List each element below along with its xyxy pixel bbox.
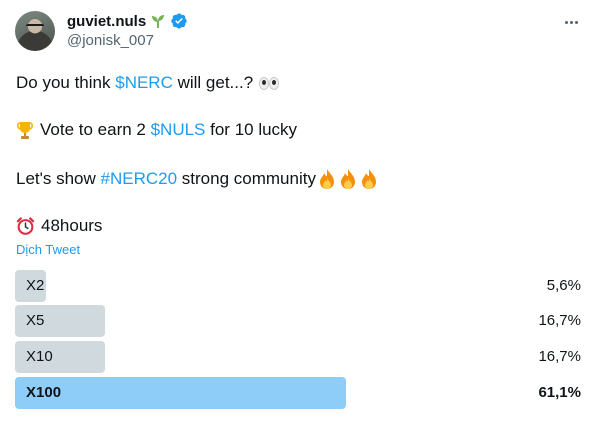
poll-option[interactable]: X2 5,6%	[15, 270, 585, 302]
poll-option-label: X2	[26, 277, 45, 294]
sprout-icon	[152, 15, 165, 28]
tweet-text: strong community	[177, 169, 316, 188]
poll-option[interactable]: X100 61,1%	[15, 377, 585, 409]
tweet-text: 48hours	[41, 216, 103, 235]
fire-icon	[319, 169, 334, 189]
poll-option-label: X10	[26, 348, 53, 365]
poll-option[interactable]: X5 16,7%	[15, 305, 585, 337]
author-name-row: guviet.nuls	[67, 11, 188, 31]
poll-option-percent: 16,7%	[538, 312, 581, 329]
tweet-line-3: Let's show #NERC20 strong community	[16, 168, 379, 190]
poll-option-label: X5	[26, 312, 45, 329]
tweet-text: will get...?	[172, 73, 254, 92]
tweet-line-1: Do you think $NERC will get...?	[16, 72, 280, 94]
tweet-line-4: 48hours	[16, 215, 102, 237]
author-handle[interactable]: @jonisk_007	[67, 32, 154, 49]
tweet-text: Do you think	[16, 73, 116, 92]
tweet: guviet.nuls @jonisk_007 Do you think $NE…	[0, 0, 605, 425]
tweet-line-2: Vote to earn 2 $NULS for 10 lucky	[16, 119, 297, 141]
alarm-clock-icon	[16, 217, 35, 235]
poll-option-bar	[15, 377, 346, 409]
more-icon[interactable]	[559, 12, 583, 32]
poll-option-percent: 5,6%	[546, 277, 581, 294]
fire-icon	[340, 169, 355, 189]
fire-icon	[361, 169, 376, 189]
avatar-glasses	[26, 24, 44, 29]
author-display-name[interactable]: guviet.nuls	[67, 13, 146, 30]
poll-option-label: X100	[26, 384, 62, 401]
poll-option-percent: 61,1%	[538, 384, 581, 401]
tweet-text: for 10 lucky	[205, 120, 298, 139]
poll-option[interactable]: X10 16,7%	[15, 341, 585, 373]
poll-option-percent: 16,7%	[538, 348, 581, 365]
cashtag-nuls[interactable]: $NULS	[151, 119, 206, 141]
cashtag-nerc[interactable]: $NERC	[115, 72, 173, 94]
tweet-text: Let's show	[16, 169, 101, 188]
translate-tweet-link[interactable]: Dịch Tweet	[16, 242, 80, 257]
eyes-icon	[258, 76, 280, 90]
verified-icon	[171, 13, 187, 29]
avatar[interactable]	[15, 11, 55, 51]
tweet-text: Vote to earn 2	[40, 120, 151, 139]
hashtag-nerc20[interactable]: #NERC20	[101, 168, 178, 190]
trophy-icon	[17, 122, 33, 139]
